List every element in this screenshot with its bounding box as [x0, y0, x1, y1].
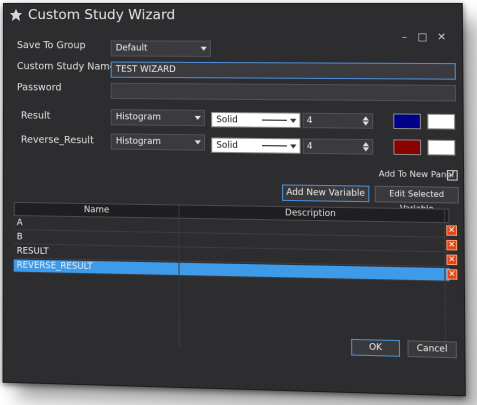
reverse-result-line-style-dropdown[interactable]: Solid [211, 137, 301, 154]
line-style-sample [261, 119, 287, 121]
app-logo-icon [9, 8, 22, 21]
row-name: REVERSE_RESULT [16, 260, 93, 273]
reverse-result-color-swatch-primary[interactable] [393, 139, 422, 156]
chevron-up-icon[interactable] [362, 142, 370, 147]
variable-result-label: Result [20, 110, 51, 122]
close-icon[interactable]: ✕ [435, 32, 448, 44]
column-header-name[interactable]: Name [15, 203, 180, 218]
reverse-result-line-style-value: Solid [216, 140, 238, 152]
variable-reverse-result-label: Reverse_Result [20, 134, 94, 147]
result-plot-type-dropdown[interactable]: Histogram [110, 109, 205, 127]
row-name: A [16, 218, 23, 229]
delete-row-icon[interactable]: ✕ [446, 254, 458, 266]
add-new-variable-button[interactable]: Add New Variable [281, 184, 370, 203]
reverse-result-plot-type-value: Histogram [115, 136, 161, 148]
result-color-swatch-primary[interactable] [393, 113, 421, 130]
result-width-value: 4 [306, 115, 313, 127]
delete-row-icon[interactable]: ✕ [446, 239, 458, 251]
chevron-down-icon [194, 115, 201, 121]
save-to-group-label: Save To Group [16, 40, 86, 52]
reverse-result-width-stepper[interactable]: 4 [302, 138, 374, 155]
cancel-button[interactable]: Cancel [407, 340, 457, 359]
row-name: RESULT [16, 246, 49, 258]
result-line-style-dropdown[interactable]: Solid [211, 111, 301, 129]
reverse-result-plot-type-dropdown[interactable]: Histogram [110, 133, 206, 151]
result-color-swatch-secondary[interactable] [427, 113, 456, 130]
delete-row-icon[interactable]: ✕ [446, 269, 458, 280]
chevron-down-icon [290, 118, 297, 123]
result-plot-type-value: Histogram [115, 112, 161, 123]
ok-button[interactable]: OK [351, 338, 401, 357]
password-input[interactable] [110, 82, 457, 102]
reverse-result-width-value: 4 [306, 141, 313, 152]
chevron-up-icon[interactable] [362, 116, 369, 121]
password-label: Password [16, 82, 62, 94]
line-style-sample [262, 145, 288, 147]
delete-row-icon[interactable]: ✕ [446, 225, 458, 236]
chevron-down-icon[interactable] [362, 147, 370, 152]
save-to-group-dropdown[interactable]: Default [110, 40, 211, 57]
chevron-down-icon[interactable] [362, 121, 369, 126]
result-width-stepper[interactable]: 4 [302, 112, 374, 129]
study-name-input[interactable]: TEST WIZARD [110, 61, 456, 80]
save-to-group-value: Default [115, 43, 148, 54]
chevron-down-icon [200, 46, 207, 51]
chevron-down-icon [290, 144, 297, 149]
title-bar: Custom Study Wizard [4, 4, 462, 29]
chevron-down-icon [194, 140, 201, 145]
study-name-label: Custom Study Name [16, 61, 116, 73]
maximize-icon[interactable]: □ [416, 32, 429, 44]
variables-grid: Name Description A B RESULT REVERSE_RESU… [13, 201, 458, 282]
result-line-style-value: Solid [216, 115, 238, 126]
window-title: Custom Study Wizard [27, 7, 176, 24]
row-name: B [16, 232, 23, 243]
custom-study-wizard-window: Custom Study Wizard – □ ✕ Save To Group … [2, 3, 466, 397]
reverse-result-color-swatch-secondary[interactable] [427, 139, 456, 156]
edit-selected-variable-button[interactable]: Edit Selected Variable [374, 185, 459, 214]
add-to-new-panel-label: Add To New Panel [378, 169, 455, 180]
add-to-new-panel-checkbox[interactable]: ✓ [446, 170, 458, 181]
minimize-icon[interactable]: – [398, 32, 411, 44]
